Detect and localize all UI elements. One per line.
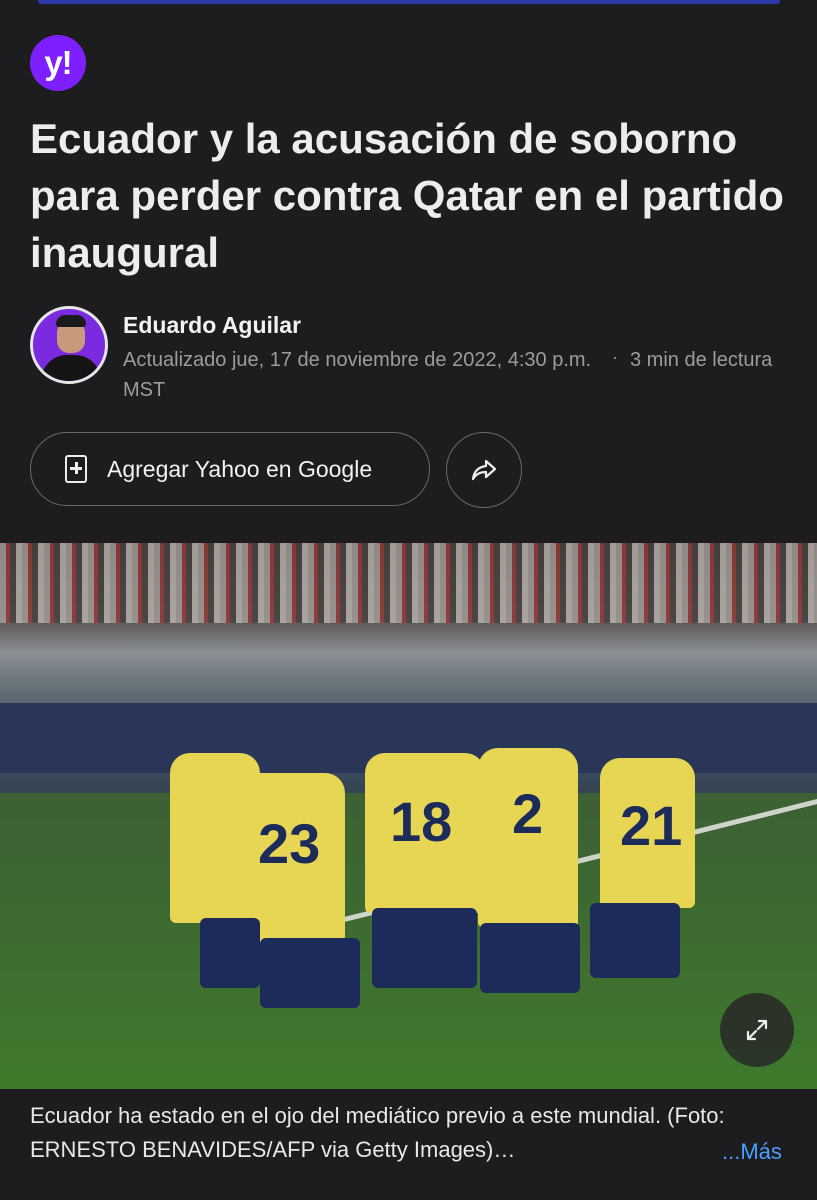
read-time: 3 min de lectura: [630, 349, 773, 371]
document-plus-icon: [65, 455, 87, 483]
player-shorts: [372, 908, 477, 988]
yahoo-logo-text: y!: [44, 44, 72, 81]
avatar-body: [41, 355, 101, 381]
article-headline: Ecuador y la acusación de soborno para p…: [30, 115, 784, 276]
add-yahoo-google-label: Agregar Yahoo en Google: [107, 455, 373, 482]
share-arrow-icon: [471, 459, 497, 481]
jersey-number: 2: [512, 782, 544, 845]
caption-more-link[interactable]: ...Más: [722, 1135, 782, 1169]
player-shorts: [480, 923, 580, 993]
jersey-number: 23: [258, 812, 321, 875]
author-avatar[interactable]: [30, 306, 108, 384]
player-shorts: [590, 903, 680, 978]
player-shorts: [260, 938, 360, 1008]
yahoo-logo[interactable]: y!: [30, 35, 86, 91]
top-strip: [38, 0, 780, 4]
photo-crowd: [0, 543, 817, 623]
add-yahoo-google-button[interactable]: Agregar Yahoo en Google: [30, 432, 430, 506]
avatar-hair: [56, 315, 86, 327]
jersey-number: 18: [390, 790, 453, 853]
expand-arrows-icon: [746, 1019, 768, 1041]
updated-timestamp: Actualizado jue, 17 de noviembre de 2022…: [123, 349, 592, 401]
meta-separator: ·: [612, 347, 618, 367]
jersey-number: 21: [620, 794, 683, 857]
player-shorts: [200, 918, 260, 988]
expand-photo-button[interactable]: [720, 993, 794, 1067]
article-photo[interactable]: 23 18 2 21: [0, 543, 817, 1089]
share-button[interactable]: [446, 432, 522, 508]
author-name[interactable]: Eduardo Aguilar: [123, 312, 301, 339]
photo-caption: Ecuador ha estado en el ojo del mediátic…: [30, 1103, 725, 1162]
